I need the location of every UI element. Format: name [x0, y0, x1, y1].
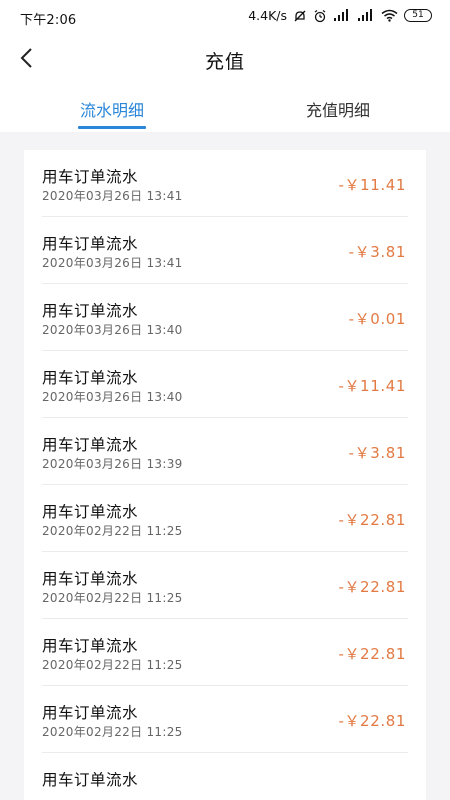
battery-icon: 51 [404, 9, 432, 22]
item-amount: -￥22.81 [338, 511, 406, 529]
item-title: 用车订单流水 [42, 168, 139, 186]
item-date: 2020年02月22日 11:25 [42, 591, 183, 605]
item-title: 用车订单流水 [42, 771, 139, 789]
list-item[interactable]: 用车订单流水 2020年03月26日 13:40 -￥11.41 [24, 351, 426, 418]
top-area: 下午2:06 4.4K/s 51 充值 流水明细 充值明细 [0, 0, 450, 132]
status-icons: 4.4K/s 51 [248, 8, 432, 23]
item-amount: -￥3.81 [348, 444, 406, 462]
item-title: 用车订单流水 [42, 302, 139, 320]
transaction-list[interactable]: 用车订单流水 2020年03月26日 13:41 -￥11.41 用车订单流水 … [24, 150, 426, 800]
active-tab-indicator [78, 126, 146, 129]
status-bar: 下午2:06 4.4K/s 51 [0, 0, 450, 34]
item-title: 用车订单流水 [42, 704, 139, 722]
alarm-icon [313, 9, 327, 23]
item-title: 用车订单流水 [42, 570, 139, 588]
item-amount: -￥22.81 [338, 645, 406, 663]
item-date: 2020年03月26日 13:41 [42, 256, 183, 270]
list-item[interactable]: 用车订单流水 2020年03月26日 13:41 -￥11.41 [24, 150, 426, 217]
item-amount: -￥3.81 [348, 243, 406, 261]
tab-transaction-details[interactable]: 流水明细 [73, 97, 151, 121]
item-date: 2020年03月26日 13:41 [42, 189, 183, 203]
item-date: 2020年03月26日 13:40 [42, 390, 183, 404]
signal-icon [357, 9, 375, 22]
tab-recharge-details[interactable]: 充值明细 [298, 97, 378, 121]
item-title: 用车订单流水 [42, 369, 139, 387]
item-amount: -￥0.01 [348, 310, 406, 328]
network-speed: 4.4K/s [248, 8, 287, 23]
wifi-icon [381, 9, 398, 22]
list-item[interactable]: 用车订单流水 2020年02月22日 11:25 -￥22.81 [24, 485, 426, 552]
item-amount: -￥22.81 [338, 712, 406, 730]
list-item[interactable]: 用车订单流水 2020年03月26日 13:41 -￥3.81 [24, 217, 426, 284]
item-date: 2020年02月22日 11:25 [42, 725, 183, 739]
item-date: 2020年03月26日 13:40 [42, 323, 183, 337]
status-time: 下午2:06 [20, 13, 77, 28]
signal-hd-icon [333, 9, 351, 22]
list-item[interactable]: 用车订单流水 2020年03月26日 13:40 -￥0.01 [24, 284, 426, 351]
item-title: 用车订单流水 [42, 436, 139, 454]
page-title: 充值 [204, 51, 245, 73]
item-amount: -￥11.41 [338, 176, 406, 194]
list-item[interactable]: 用车订单流水 2020年03月26日 13:39 -￥3.81 [24, 418, 426, 485]
item-title: 用车订单流水 [42, 637, 139, 655]
list-item[interactable]: 用车订单流水 2020年02月22日 11:25 -￥22.81 [24, 552, 426, 619]
mute-icon [293, 9, 307, 23]
item-date: 2020年02月22日 11:25 [42, 524, 183, 538]
item-date: 2020年02月22日 11:25 [42, 658, 183, 672]
nav-bar: 充值 [0, 38, 450, 82]
item-amount: -￥11.41 [338, 377, 406, 395]
item-title: 用车订单流水 [42, 235, 139, 253]
item-title: 用车订单流水 [42, 503, 139, 521]
tab-bar: 流水明细 充值明细 [0, 92, 450, 132]
list-item[interactable]: 用车订单流水 2020年02月22日 11:25 -￥22.81 [24, 686, 426, 753]
list-item[interactable]: 用车订单流水 [24, 753, 426, 800]
item-amount: -￥22.81 [338, 578, 406, 596]
item-date: 2020年03月26日 13:39 [42, 457, 183, 471]
list-item[interactable]: 用车订单流水 2020年02月22日 11:25 -￥22.81 [24, 619, 426, 686]
